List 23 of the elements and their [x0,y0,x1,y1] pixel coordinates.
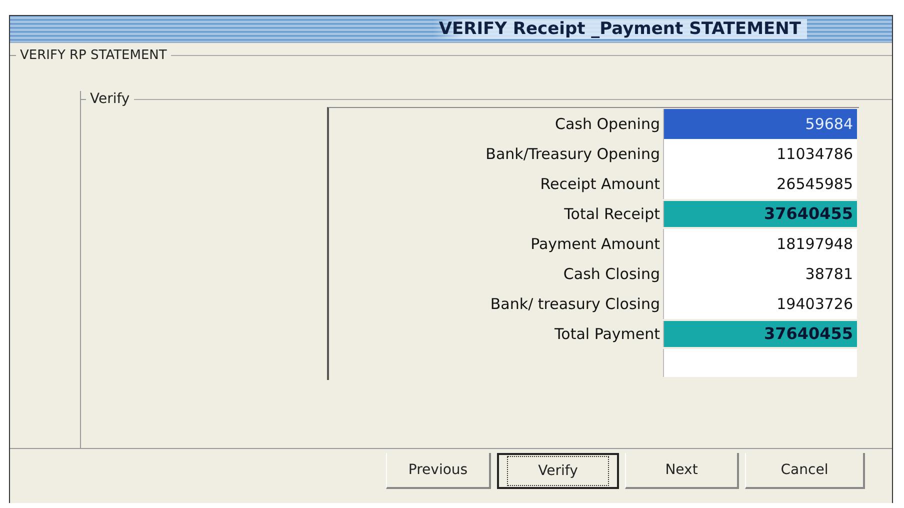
value-cell[interactable]: 18197948 [663,229,857,259]
dialog-button[interactable]: Next [625,453,739,489]
value-cell[interactable]: 11034786 [663,139,857,169]
field-label: Receipt Amount [539,175,661,193]
dialog-button[interactable]: Cancel [745,453,865,489]
dialog-button[interactable]: Previous [386,453,491,489]
field-label: Bank/ treasury Closing [489,295,661,313]
field-label: Cash Closing [562,265,661,283]
field-label: Cash Opening [554,115,661,133]
field-label: Total Receipt [563,205,661,223]
field-label: Bank/Treasury Opening [484,145,661,163]
window-title: VERIFY Receipt _Payment STATEMENT [432,19,807,39]
value-cell[interactable]: 38781 [663,259,857,289]
value-cell[interactable]: 37640455 [663,201,857,227]
value-cell[interactable]: 26545985 [663,169,857,199]
dialog-button[interactable]: Verify [497,453,619,489]
group-label: Verify [89,91,131,107]
value-cell[interactable]: 37640455 [663,321,857,347]
field-label: Total Payment [554,325,661,343]
value-cell[interactable]: 19403726 [663,289,857,319]
field-label: Payment Amount [530,235,661,253]
value-cell[interactable]: 59684 [663,109,857,139]
group-label: VERIFY RP STATEMENT [19,48,168,62]
